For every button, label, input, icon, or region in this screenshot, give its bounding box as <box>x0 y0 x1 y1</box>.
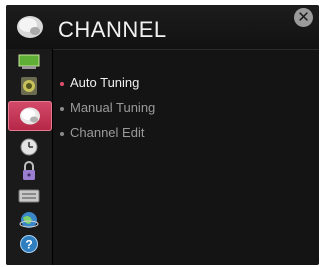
keyboard-icon <box>18 189 40 203</box>
lock-icon <box>23 161 35 180</box>
sidebar-item-network[interactable] <box>8 209 50 231</box>
help-icon: ? <box>20 235 38 253</box>
sidebar-item-time[interactable] <box>8 136 50 158</box>
menu-header: CHANNEL ✕ <box>6 5 319 50</box>
globe-icon <box>19 212 39 228</box>
sidebar-item-support[interactable]: ? <box>8 233 50 255</box>
speaker-icon <box>21 77 37 95</box>
sidebar-item-lock[interactable] <box>8 160 50 182</box>
satellite-dish-icon <box>17 16 43 38</box>
page-title: CHANNEL <box>58 17 167 42</box>
bullet-icon <box>60 81 64 86</box>
sidebar-item-channel[interactable] <box>8 101 52 131</box>
category-sidebar: ? <box>6 49 53 265</box>
menu-item-channel-edit[interactable]: Channel Edit <box>60 125 144 140</box>
sidebar-item-sound[interactable] <box>8 75 50 97</box>
sidebar-item-option[interactable] <box>8 185 50 207</box>
tv-menu-screen: CHANNEL ✕ ? Auto Tuning Manual Tuning Ch… <box>6 5 319 265</box>
menu-item-auto-tuning[interactable]: Auto Tuning <box>60 75 139 90</box>
bullet-icon <box>60 131 64 136</box>
menu-item-manual-tuning[interactable]: Manual Tuning <box>60 100 155 115</box>
close-button[interactable]: ✕ <box>294 8 313 27</box>
menu-item-label: Auto Tuning <box>70 75 140 90</box>
menu-item-label: Manual Tuning <box>70 100 156 115</box>
menu-item-label: Channel Edit <box>70 125 145 140</box>
svg-text:?: ? <box>25 238 32 252</box>
sidebar-item-picture[interactable] <box>8 51 50 73</box>
satellite-dish-icon <box>20 107 40 125</box>
clock-icon <box>20 138 38 156</box>
bullet-icon <box>60 106 64 111</box>
picture-icon <box>18 54 40 69</box>
